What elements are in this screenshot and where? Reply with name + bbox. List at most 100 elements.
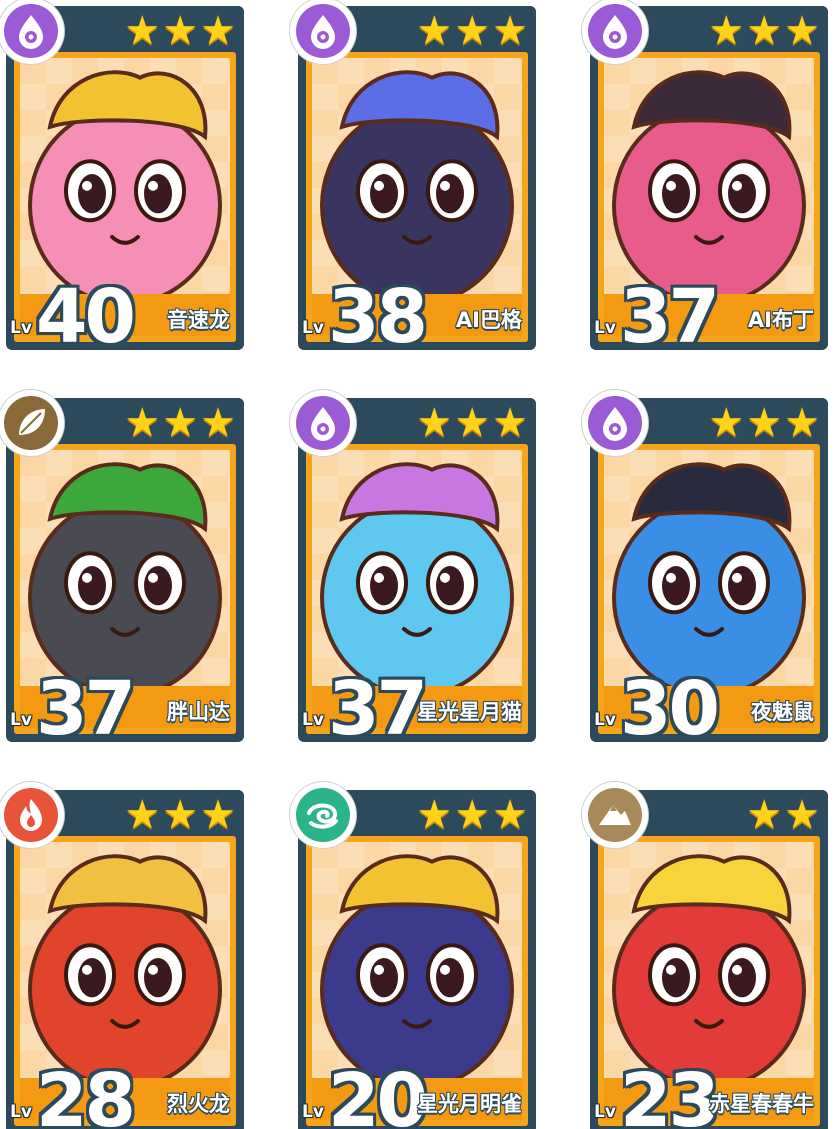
star-icon: ★ (416, 8, 453, 54)
pet-name: AI巴格 (455, 308, 522, 332)
pet-art (312, 842, 522, 1078)
pet-card[interactable]: ★ ★ ★ Lv 37 AI布丁 (582, 0, 828, 354)
wind-icon (296, 788, 350, 842)
element-badge (0, 390, 64, 456)
star-icon: ★ (454, 792, 491, 838)
pet-name: 星光月明雀 (417, 1092, 522, 1116)
pet-portrait (28, 854, 222, 1078)
star-icon: ★ (162, 400, 199, 446)
star-icon: ★ (416, 400, 453, 446)
star-rating: ★ ★ ★ (708, 10, 820, 52)
pet-art (604, 450, 814, 686)
pet-level: 23 (620, 1058, 720, 1129)
element-badge (0, 782, 64, 848)
star-icon: ★ (162, 792, 199, 838)
pet-card[interactable]: ★ ★ Lv 23 赤星春春牛 (582, 782, 828, 1129)
pet-card[interactable]: ★ ★ ★ Lv 37 星光星月猫 (290, 390, 536, 746)
star-icon: ★ (416, 792, 453, 838)
eye-icon (4, 4, 58, 58)
pet-card[interactable]: ★ ★ ★ Lv 38 AI巴格 (290, 0, 536, 354)
star-rating: ★ ★ ★ (416, 794, 528, 836)
element-badge (582, 0, 648, 64)
star-icon: ★ (124, 8, 161, 54)
level-prefix: Lv (10, 1102, 32, 1122)
star-icon: ★ (124, 400, 161, 446)
mountain-icon (588, 788, 642, 842)
pet-card[interactable]: ★ ★ ★ Lv 20 星光月明雀 (290, 782, 536, 1129)
pet-level: 20 (328, 1058, 428, 1129)
pet-name: 夜魅鼠 (751, 700, 814, 724)
star-rating: ★ ★ ★ (124, 402, 236, 444)
star-icon: ★ (492, 400, 528, 446)
pet-level: 40 (36, 274, 136, 360)
star-rating: ★ ★ ★ (416, 402, 528, 444)
star-rating: ★ ★ (746, 794, 820, 836)
pet-name: 烈火龙 (167, 1092, 230, 1116)
pet-card[interactable]: ★ ★ ★ Lv 28 烈火龙 (0, 782, 244, 1129)
star-icon: ★ (454, 8, 491, 54)
star-icon: ★ (124, 792, 161, 838)
star-rating: ★ ★ ★ (124, 10, 236, 52)
pet-portrait (612, 70, 806, 294)
star-icon: ★ (746, 8, 783, 54)
star-icon: ★ (784, 8, 820, 54)
star-icon: ★ (708, 400, 745, 446)
pet-art (20, 450, 230, 686)
pet-card-grid: ★ ★ ★ Lv 40 音速龙 ★ ★ ★ Lv 38 AI巴格 ★ ★ ★ L… (0, 0, 835, 1129)
level-prefix: Lv (594, 318, 616, 338)
leaf-icon (4, 396, 58, 450)
star-icon: ★ (200, 400, 236, 446)
pet-portrait (320, 854, 514, 1078)
eye-icon (588, 396, 642, 450)
pet-portrait (612, 854, 806, 1078)
eye-icon (296, 4, 350, 58)
element-badge (290, 0, 356, 64)
pet-art (312, 58, 522, 294)
pet-card[interactable]: ★ ★ ★ Lv 40 音速龙 (0, 0, 244, 354)
star-icon: ★ (162, 8, 199, 54)
star-icon: ★ (746, 400, 783, 446)
pet-level: 37 (620, 274, 720, 360)
pet-portrait (28, 462, 222, 686)
star-icon: ★ (492, 8, 528, 54)
pet-level: 37 (328, 666, 428, 752)
eye-icon (588, 4, 642, 58)
star-rating: ★ ★ ★ (708, 402, 820, 444)
star-icon: ★ (200, 792, 236, 838)
pet-name: 星光星月猫 (417, 700, 522, 724)
pet-portrait (320, 70, 514, 294)
element-badge (582, 782, 648, 848)
pet-art (604, 58, 814, 294)
pet-portrait (612, 462, 806, 686)
star-icon: ★ (492, 792, 528, 838)
pet-level: 30 (620, 666, 720, 752)
pet-name: 胖山达 (167, 700, 230, 724)
pet-art (604, 842, 814, 1078)
pet-card[interactable]: ★ ★ ★ Lv 30 夜魅鼠 (582, 390, 828, 746)
star-icon: ★ (200, 8, 236, 54)
pet-level: 37 (36, 666, 136, 752)
level-prefix: Lv (302, 318, 324, 338)
level-prefix: Lv (10, 318, 32, 338)
star-icon: ★ (784, 792, 820, 838)
star-icon: ★ (746, 792, 783, 838)
star-rating: ★ ★ ★ (124, 794, 236, 836)
pet-level: 28 (36, 1058, 136, 1129)
level-prefix: Lv (594, 1102, 616, 1122)
element-badge (290, 390, 356, 456)
pet-art (20, 58, 230, 294)
pet-card[interactable]: ★ ★ ★ Lv 37 胖山达 (0, 390, 244, 746)
pet-name: AI布丁 (747, 308, 814, 332)
fire-icon (4, 788, 58, 842)
level-prefix: Lv (594, 710, 616, 730)
star-icon: ★ (784, 400, 820, 446)
pet-art (20, 842, 230, 1078)
pet-art (312, 450, 522, 686)
level-prefix: Lv (302, 710, 324, 730)
element-badge (290, 782, 356, 848)
star-icon: ★ (454, 400, 491, 446)
eye-icon (296, 396, 350, 450)
level-prefix: Lv (302, 1102, 324, 1122)
star-rating: ★ ★ ★ (416, 10, 528, 52)
pet-portrait (320, 462, 514, 686)
